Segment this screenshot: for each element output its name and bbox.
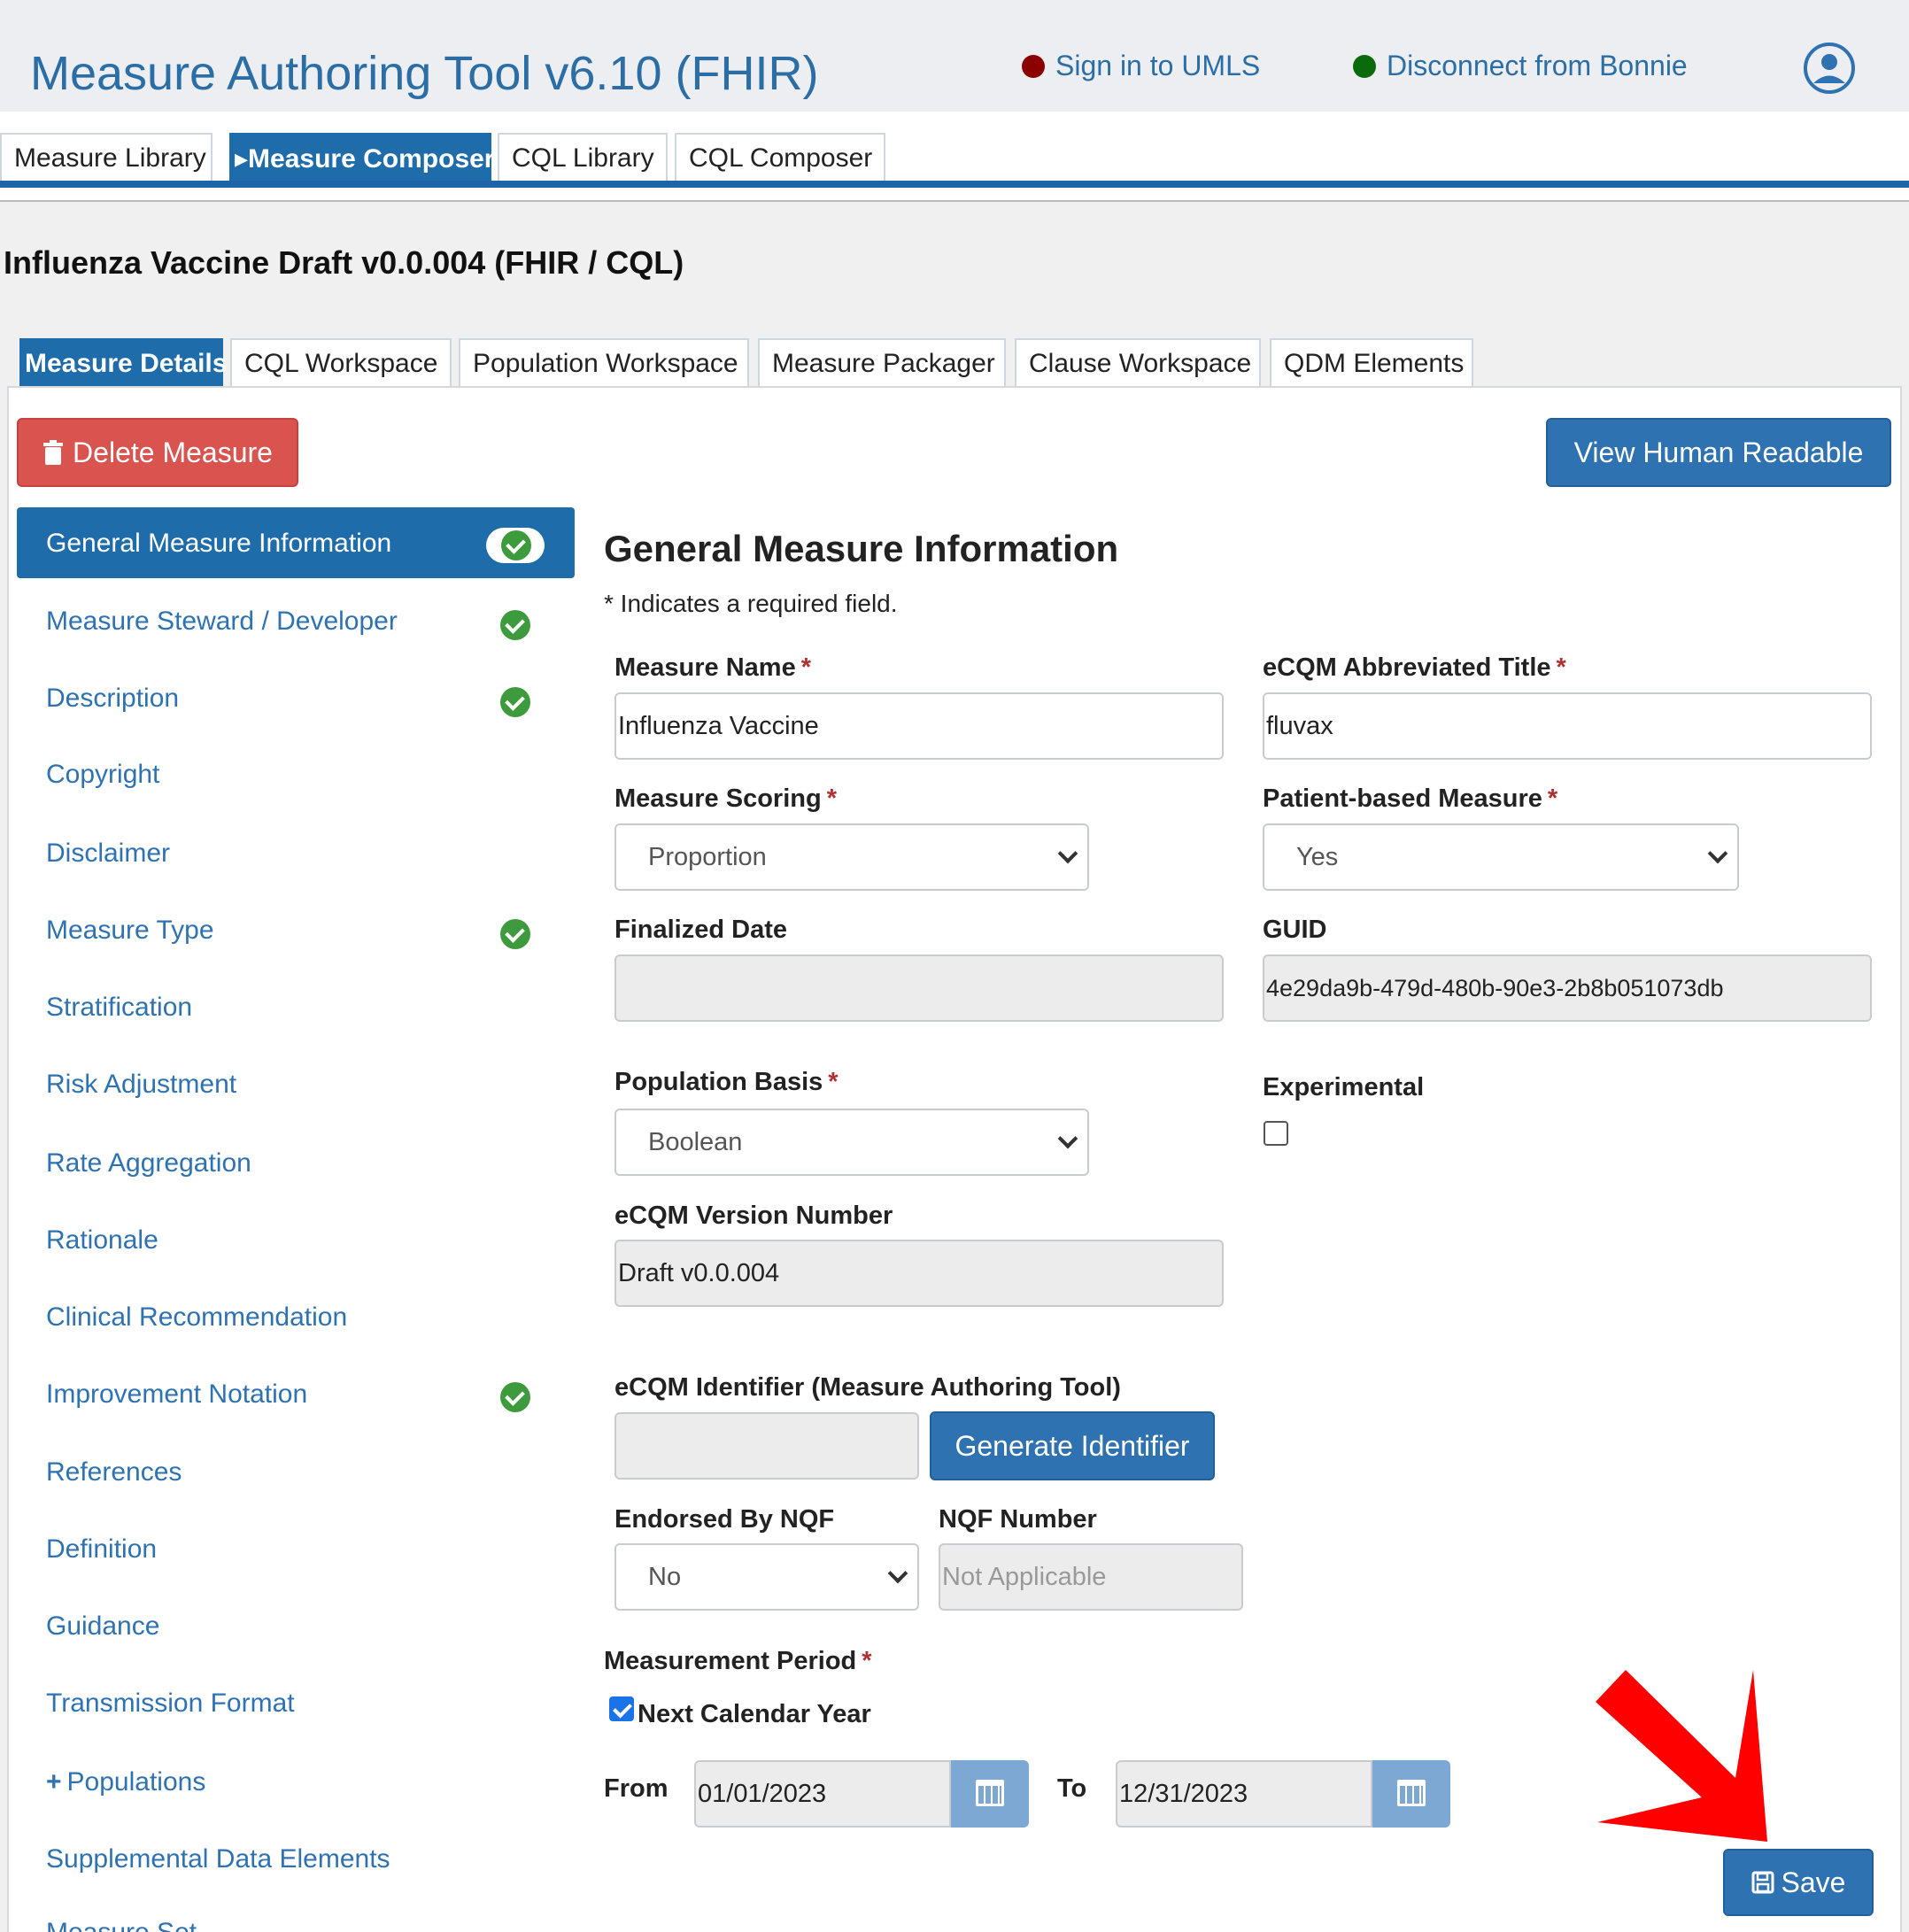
next-calendar-year-label: Next Calendar Year (638, 1700, 871, 1728)
sidebar-item-stratification[interactable]: Stratification (46, 993, 192, 1023)
tab-population-workspace[interactable]: Population Workspace (459, 338, 749, 388)
sidebar-item-label: General Measure Information (46, 529, 392, 558)
experimental-label: Experimental (1263, 1073, 1425, 1101)
nqf-number-label: NQF Number (939, 1505, 1097, 1534)
delete-measure-button[interactable]: Delete Measure (17, 418, 298, 487)
measure-name-label: Measure Name * (614, 653, 812, 682)
complete-check-icon (486, 528, 545, 563)
tab-measure-details[interactable]: Measure Details (19, 338, 227, 388)
population-basis-select[interactable]: Boolean (614, 1109, 1089, 1176)
identifier-label: eCQM Identifier (Measure Authoring Tool) (614, 1373, 1121, 1402)
complete-check-icon (500, 1382, 530, 1412)
from-label: From (604, 1774, 669, 1803)
floppy-disk-icon (1751, 1871, 1774, 1894)
sidebar-item-measure-set[interactable]: Measure Set (46, 1918, 197, 1932)
sidebar-item-rate-aggregation[interactable]: Rate Aggregation (46, 1148, 251, 1179)
chevron-down-icon (1707, 843, 1728, 864)
section-heading: General Measure Information (604, 528, 1119, 569)
complete-check-icon (500, 687, 530, 717)
experimental-checkbox[interactable] (1264, 1121, 1288, 1146)
umls-sign-in-link[interactable]: Sign in to UMLS (1022, 50, 1260, 82)
tab-measure-packager[interactable]: Measure Packager (758, 338, 1006, 388)
tab-measure-library[interactable]: Measure Library (0, 133, 213, 181)
version-number-input: Draft v0.0.004 (614, 1240, 1224, 1307)
nqf-number-input: Not Applicable (939, 1543, 1243, 1611)
generate-identifier-button[interactable]: Generate Identifier (930, 1411, 1215, 1480)
umls-status-dot (1022, 54, 1045, 78)
finalized-date-label: Finalized Date (614, 916, 787, 944)
abbreviated-title-input[interactable]: fluvax (1263, 692, 1872, 760)
measure-scoring-label: Measure Scoring * (614, 784, 837, 813)
bonnie-status-dot (1353, 54, 1376, 78)
sidebar-item-disclaimer[interactable]: Disclaimer (46, 838, 170, 869)
patient-based-label: Patient-based Measure * (1263, 784, 1558, 813)
complete-check-icon (500, 610, 530, 640)
sidebar-item-populations[interactable]: + Populations (46, 1767, 205, 1797)
to-label: To (1057, 1774, 1087, 1803)
tab-cql-library[interactable]: CQL Library (498, 133, 668, 181)
endorsed-by-nqf-label: Endorsed By NQF (614, 1505, 835, 1534)
identifier-input (614, 1412, 919, 1480)
sidebar-item-guidance[interactable]: Guidance (46, 1611, 159, 1642)
save-label: Save (1781, 1866, 1846, 1898)
tab-clause-workspace[interactable]: Clause Workspace (1015, 338, 1261, 388)
nav-divider (0, 200, 1909, 202)
plus-icon: + (46, 1767, 62, 1797)
calendar-icon (1397, 1780, 1426, 1806)
sidebar-item-definition[interactable]: Definition (46, 1534, 157, 1565)
from-date-input[interactable]: 01/01/2023 (694, 1760, 951, 1828)
to-calendar-button[interactable] (1372, 1760, 1450, 1828)
sidebar-item-measure-type[interactable]: Measure Type (46, 916, 214, 946)
required-field-note: * Indicates a required field. (604, 590, 898, 617)
tab-cql-workspace[interactable]: CQL Workspace (230, 338, 452, 388)
measure-name-input[interactable]: Influenza Vaccine (614, 692, 1224, 760)
sidebar-item-copyright[interactable]: Copyright (46, 760, 159, 790)
guid-input: 4e29da9b-479d-480b-90e3-2b8b051073db (1263, 954, 1872, 1022)
version-number-label: eCQM Version Number (614, 1202, 893, 1230)
tab-cql-composer[interactable]: CQL Composer (675, 133, 885, 181)
complete-check-icon (500, 919, 530, 949)
abbreviated-title-label: eCQM Abbreviated Title * (1263, 653, 1566, 682)
sidebar-item-transmission-format[interactable]: Transmission Format (46, 1689, 295, 1719)
trash-icon (43, 440, 64, 465)
sidebar-item-improvement-notation[interactable]: Improvement Notation (46, 1379, 307, 1410)
measure-scoring-select[interactable]: Proportion (614, 823, 1089, 891)
sidebar-item-label: Populations (66, 1767, 206, 1797)
nav-underline (0, 181, 1909, 188)
to-date-input[interactable]: 12/31/2023 (1116, 1760, 1372, 1828)
save-button[interactable]: Save (1723, 1849, 1874, 1916)
calendar-icon (976, 1780, 1004, 1806)
measurement-period-label: Measurement Period * (604, 1647, 872, 1675)
bonnie-disconnect-link[interactable]: Disconnect from Bonnie (1353, 50, 1688, 82)
measure-title: Influenza Vaccine Draft v0.0.004 (FHIR /… (4, 244, 684, 281)
tab-measure-composer[interactable]: ▸Measure Composer (229, 133, 494, 181)
bonnie-link-label: Disconnect from Bonnie (1387, 50, 1688, 81)
sidebar-item-rationale[interactable]: Rationale (46, 1225, 158, 1256)
patient-based-select[interactable]: Yes (1263, 823, 1739, 891)
guid-label: GUID (1263, 916, 1327, 944)
sidebar-item-references[interactable]: References (46, 1457, 182, 1488)
next-calendar-year-checkbox[interactable] (609, 1696, 634, 1721)
population-basis-label: Population Basis * (614, 1068, 839, 1096)
view-human-readable-button[interactable]: View Human Readable (1546, 418, 1891, 487)
sidebar-item-clinical-recommendation[interactable]: Clinical Recommendation (46, 1302, 347, 1333)
red-pointer-arrow-icon (1596, 1670, 1767, 1842)
app-title: Measure Authoring Tool v6.10 (FHIR) (30, 47, 819, 100)
from-calendar-button[interactable] (951, 1760, 1029, 1828)
umls-link-label: Sign in to UMLS (1055, 50, 1261, 81)
finalized-date-input (614, 954, 1224, 1022)
chevron-down-icon (1057, 843, 1078, 864)
chevron-down-icon (1057, 1128, 1078, 1149)
sidebar-item-risk-adjustment[interactable]: Risk Adjustment (46, 1070, 236, 1100)
sidebar-item-supplemental-data-elements[interactable]: Supplemental Data Elements (46, 1844, 390, 1874)
sidebar-item-measure-steward[interactable]: Measure Steward / Developer (46, 607, 398, 637)
tab-qdm-elements[interactable]: QDM Elements (1270, 338, 1473, 388)
chevron-down-icon (887, 1563, 908, 1584)
endorsed-by-nqf-select[interactable]: No (614, 1543, 919, 1611)
sidebar-item-description[interactable]: Description (46, 684, 179, 714)
delete-measure-label: Delete Measure (73, 436, 273, 468)
user-circle-icon[interactable] (1803, 42, 1856, 95)
